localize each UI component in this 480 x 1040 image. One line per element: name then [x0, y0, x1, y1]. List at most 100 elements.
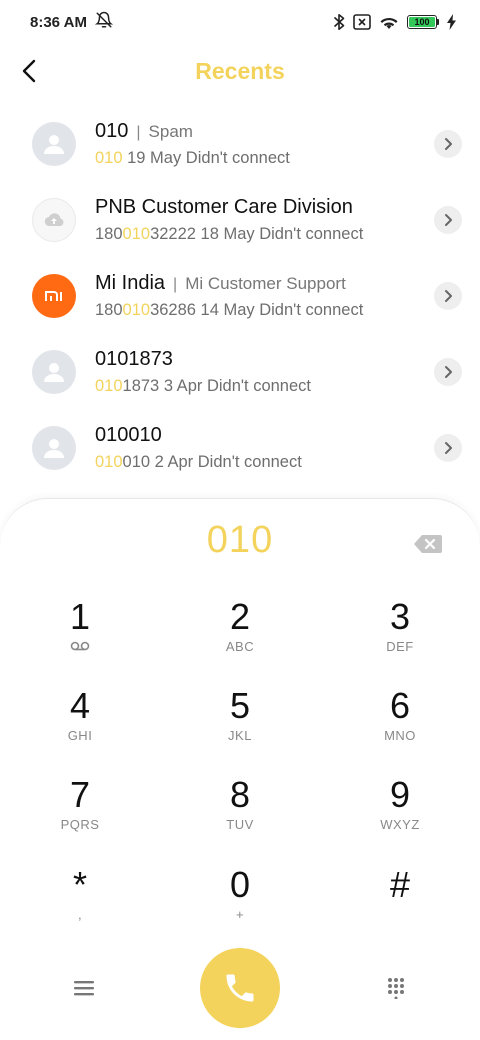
key-digit: 2	[229, 596, 251, 637]
status-left: 8:36 AM	[30, 11, 114, 33]
number-suffix: 1873	[122, 377, 160, 395]
call-date-status: 14 May Didn't connect	[195, 301, 364, 319]
recent-call-row[interactable]: 010 | Spam 010 19 May Didn't connect	[0, 106, 480, 182]
call-date-status: 18 May Didn't connect	[195, 225, 364, 243]
key-letters: ABC	[225, 639, 255, 654]
contact-name: PNB Customer Care Division	[95, 196, 353, 218]
key-letters: +	[235, 907, 245, 922]
row-text: PNB Customer Care Division 18001032222 1…	[95, 196, 363, 244]
dialpad-icon	[388, 978, 404, 999]
number-match: 010	[95, 149, 123, 167]
call-date-status: 3 Apr Didn't connect	[159, 377, 311, 395]
row-text: 010010 010010 2 Apr Didn't connect	[95, 424, 302, 472]
key-letters: MNO	[384, 728, 416, 743]
key-7[interactable]: 7 PQRS	[20, 775, 140, 855]
backspace-icon	[414, 535, 442, 553]
person-icon	[32, 122, 76, 166]
key-digit: 3	[389, 596, 411, 637]
mi-logo	[32, 274, 76, 318]
status-bar: 8:36 AM 100	[0, 0, 480, 44]
backspace-button[interactable]	[414, 535, 442, 558]
dialed-number: 010	[206, 519, 274, 561]
key-8[interactable]: 8 TUV	[180, 775, 300, 855]
row-separator: |	[173, 276, 178, 293]
cloud-icon	[32, 198, 76, 242]
row-text: 0101873 0101873 3 Apr Didn't connect	[95, 348, 311, 396]
alarm-off-icon	[94, 11, 114, 33]
recents-list: 010 | Spam 010 19 May Didn't connect PNB C…	[0, 106, 480, 486]
number-prefix: 180	[95, 225, 123, 243]
key-1[interactable]: 1	[20, 597, 140, 677]
row-text: Mi India | Mi Customer Support 18001036286…	[95, 272, 363, 320]
key-digit: 7	[69, 774, 91, 815]
contact-name: Mi India	[95, 272, 166, 294]
key-digit: 8	[229, 774, 251, 815]
call-detail: 010010 2 Apr Didn't connect	[95, 453, 302, 472]
key-letters: WXYZ	[380, 817, 420, 832]
key-5[interactable]: 5 JKL	[180, 686, 300, 766]
status-right: 100	[333, 13, 456, 31]
key-digit: *	[72, 864, 87, 905]
chevron-right-icon	[445, 290, 452, 302]
key-letters: GHI	[67, 728, 93, 743]
recent-call-row[interactable]: 0101873 0101873 3 Apr Didn't connect	[0, 334, 480, 410]
number-match: 010	[95, 377, 123, 395]
key-digit: 5	[229, 685, 251, 726]
wifi-icon	[379, 14, 399, 30]
key-3[interactable]: 3 DEF	[340, 597, 460, 677]
call-details-button[interactable]	[434, 282, 462, 310]
contact-tag: Spam	[148, 122, 193, 141]
key-2[interactable]: 2 ABC	[180, 597, 300, 677]
key-4[interactable]: 4 GHI	[20, 686, 140, 766]
status-time: 8:36 AM	[30, 13, 87, 31]
key-digit: #	[389, 864, 411, 905]
battery-icon: 100	[407, 15, 439, 29]
call-detail: 0101873 3 Apr Didn't connect	[95, 377, 311, 396]
voicemail-icon	[20, 639, 140, 654]
contact-name: 010	[95, 120, 129, 142]
call-detail: 18001032222 18 May Didn't connect	[95, 225, 363, 244]
call-button[interactable]	[200, 948, 280, 1028]
call-details-button[interactable]	[434, 358, 462, 386]
number-match: 010	[122, 225, 151, 243]
contact-tag: Mi Customer Support	[185, 274, 346, 293]
menu-button[interactable]	[66, 970, 102, 1006]
menu-icon	[74, 981, 94, 996]
call-details-button[interactable]	[434, 434, 462, 462]
contact-name: 0101873	[95, 348, 173, 370]
call-details-button[interactable]	[434, 206, 462, 234]
contact-name: 010010	[95, 424, 162, 446]
dialpad-toggle-button[interactable]	[378, 970, 414, 1006]
key-9[interactable]: 9 WXYZ	[340, 775, 460, 855]
key-letters: DEF	[386, 639, 414, 654]
key-digit: 0	[229, 864, 251, 905]
chevron-right-icon	[445, 442, 452, 454]
key-letters: PQRS	[60, 817, 100, 832]
row-title-line: 010 | Spam	[95, 120, 290, 143]
chevron-right-icon	[445, 366, 452, 378]
recent-call-row[interactable]: PNB Customer Care Division 18001032222 1…	[0, 182, 480, 258]
row-title-line: Mi India | Mi Customer Support	[95, 272, 363, 295]
recent-call-row[interactable]: Mi India | Mi Customer Support 18001036286…	[0, 258, 480, 334]
key-6[interactable]: 6 MNO	[340, 686, 460, 766]
header: Recents	[0, 48, 480, 96]
row-text: 010 | Spam 010 19 May Didn't connect	[95, 120, 290, 168]
person-icon	[32, 426, 76, 470]
call-detail: 18001036286 14 May Didn't connect	[95, 301, 363, 320]
chevron-right-icon	[445, 138, 452, 150]
call-date-status: 19 May Didn't connect	[122, 149, 290, 167]
key-hash[interactable]: #	[340, 865, 460, 945]
key-letters: TUV	[226, 817, 254, 832]
key-0[interactable]: 0 +	[180, 865, 300, 945]
recent-call-row[interactable]: 010010 010010 2 Apr Didn't connect	[0, 410, 480, 486]
battery-level: 100	[409, 17, 435, 27]
phone-icon	[226, 974, 254, 1002]
chevron-right-icon	[445, 214, 452, 226]
number-suffix: 32222	[150, 225, 196, 243]
person-icon	[32, 350, 76, 394]
key-star[interactable]: * ,	[20, 865, 140, 945]
call-details-button[interactable]	[434, 130, 462, 158]
dialpad-panel: 010 1 2 ABC 3 DEF 4 GHI 5 JKL 6 MNO 7 PQ…	[0, 498, 480, 1040]
key-digit: 1	[69, 596, 91, 637]
sim-off-icon	[353, 14, 371, 30]
